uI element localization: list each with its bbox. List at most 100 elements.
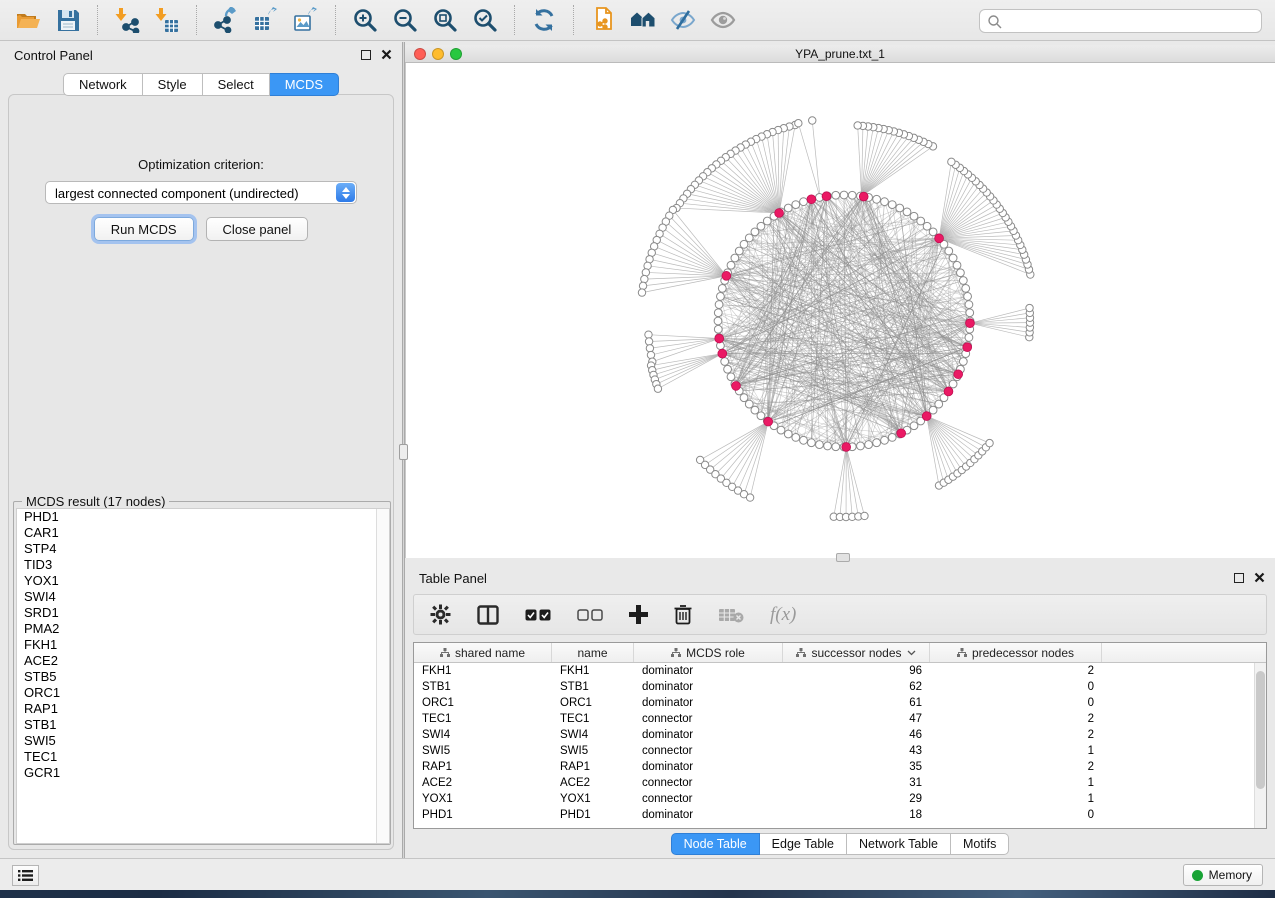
show-hidden-button[interactable]: [706, 4, 740, 36]
tab-mcds[interactable]: MCDS: [270, 73, 339, 96]
graph-node[interactable]: [917, 217, 925, 225]
graph-node[interactable]: [949, 380, 957, 388]
graph-node[interactable]: [724, 365, 732, 373]
graph-node[interactable]: [832, 443, 840, 451]
table-settings-button[interactable]: [430, 604, 451, 625]
graph-node[interactable]: [873, 195, 881, 203]
graph-node[interactable]: [881, 198, 889, 206]
close-table-panel-icon[interactable]: [1254, 572, 1265, 583]
graph-node[interactable]: [910, 422, 918, 430]
graph-node[interactable]: [959, 358, 967, 366]
close-panel-button[interactable]: Close panel: [206, 217, 309, 241]
graph-node[interactable]: [854, 122, 861, 129]
graph-node[interactable]: [745, 400, 753, 408]
graph-node[interactable]: [727, 261, 735, 269]
graph-node[interactable]: [848, 191, 856, 199]
mcds-result-item[interactable]: SRD1: [17, 605, 389, 621]
search-input[interactable]: [1006, 11, 1256, 31]
graph-node[interactable]: [763, 217, 771, 225]
graph-node[interactable]: [714, 325, 722, 333]
float-table-panel-icon[interactable]: [1234, 573, 1244, 583]
graph-node[interactable]: [792, 434, 800, 442]
graph-node[interactable]: [795, 120, 802, 127]
graph-node[interactable]: [865, 441, 873, 449]
mcds-dominator-node[interactable]: [718, 349, 727, 358]
network-window-titlebar[interactable]: YPA_prune.txt_1: [405, 45, 1275, 63]
graph-node[interactable]: [986, 439, 993, 446]
graph-node[interactable]: [714, 309, 722, 317]
table-row[interactable]: RAP1RAP1dominator352: [414, 759, 1266, 775]
mcds-result-item[interactable]: ACE2: [17, 653, 389, 669]
graph-node[interactable]: [784, 430, 792, 438]
float-panel-icon[interactable]: [361, 50, 371, 60]
show-all-networks-button[interactable]: [626, 4, 660, 36]
table-scrollbar-thumb[interactable]: [1256, 671, 1265, 789]
graph-node[interactable]: [807, 439, 815, 447]
table-row[interactable]: ORC1ORC1dominator610: [414, 695, 1266, 711]
mcds-result-item[interactable]: STB5: [17, 669, 389, 685]
table-scrollbar[interactable]: [1254, 663, 1266, 829]
graph-node[interactable]: [1026, 304, 1033, 311]
mcds-dominator-node[interactable]: [922, 412, 931, 421]
mcds-result-item[interactable]: PHD1: [17, 509, 389, 525]
table-row[interactable]: SWI4SWI4dominator462: [414, 727, 1266, 743]
graph-node[interactable]: [638, 289, 645, 296]
graph-node[interactable]: [903, 208, 911, 216]
mcds-dominator-node[interactable]: [807, 195, 816, 204]
tab-edge-table[interactable]: Edge Table: [760, 833, 847, 855]
graph-node[interactable]: [957, 269, 965, 277]
mcds-dominator-node[interactable]: [954, 370, 963, 379]
graph-node[interactable]: [824, 442, 832, 450]
graph-node[interactable]: [642, 269, 649, 276]
memory-button[interactable]: Memory: [1183, 864, 1263, 886]
graph-node[interactable]: [896, 204, 904, 212]
mcds-result-item[interactable]: PMA2: [17, 621, 389, 637]
mcds-dominator-node[interactable]: [822, 192, 831, 201]
graph-node[interactable]: [717, 293, 725, 301]
graph-node[interactable]: [949, 254, 957, 262]
select-all-rows-button[interactable]: [525, 609, 551, 621]
mcds-result-item[interactable]: RAP1: [17, 701, 389, 717]
vertical-splitter-handle[interactable]: [399, 444, 408, 460]
mcds-dominator-node[interactable]: [935, 234, 944, 243]
graph-node[interactable]: [645, 331, 652, 338]
graph-node[interactable]: [953, 261, 961, 269]
import-network-button[interactable]: [110, 4, 144, 36]
column-header-shared-name[interactable]: shared name: [414, 643, 552, 662]
graph-node[interactable]: [861, 512, 868, 519]
mcds-result-item[interactable]: TEC1: [17, 749, 389, 765]
graph-node[interactable]: [784, 204, 792, 212]
zoom-out-button[interactable]: [388, 4, 422, 36]
graph-node[interactable]: [964, 293, 972, 301]
delete-table-button[interactable]: [718, 607, 744, 623]
graph-node[interactable]: [800, 436, 808, 444]
graph-node[interactable]: [715, 301, 723, 309]
export-network-button[interactable]: [209, 4, 243, 36]
graph-node[interactable]: [646, 345, 653, 352]
graph-node[interactable]: [948, 158, 955, 165]
graph-node[interactable]: [718, 284, 726, 292]
tab-style[interactable]: Style: [143, 73, 203, 96]
table-row[interactable]: ACE2ACE2connector311: [414, 775, 1266, 791]
optimization-criterion-select[interactable]: largest connected component (undirected): [45, 181, 357, 204]
mcds-dominator-node[interactable]: [897, 429, 906, 438]
mcds-result-item[interactable]: FKH1: [17, 637, 389, 653]
graph-node[interactable]: [654, 385, 661, 392]
column-header-successor-nodes[interactable]: successor nodes: [783, 643, 930, 662]
mcds-result-item[interactable]: GCR1: [17, 765, 389, 781]
graph-node[interactable]: [721, 358, 729, 366]
mcds-result-item[interactable]: YOX1: [17, 573, 389, 589]
graph-node[interactable]: [888, 201, 896, 209]
mcds-dominator-node[interactable]: [722, 271, 731, 280]
mcds-dominator-node[interactable]: [732, 381, 741, 390]
network-canvas[interactable]: [405, 63, 1275, 558]
column-header-name[interactable]: name: [552, 643, 634, 662]
graph-node[interactable]: [888, 434, 896, 442]
graph-node[interactable]: [735, 247, 743, 255]
column-header-predecessor-nodes[interactable]: predecessor nodes: [930, 643, 1102, 662]
zoom-selected-button[interactable]: [468, 4, 502, 36]
mcds-result-item[interactable]: STP4: [17, 541, 389, 557]
zoom-fit-button[interactable]: [428, 4, 462, 36]
graph-node[interactable]: [714, 317, 722, 325]
graph-node[interactable]: [757, 222, 765, 230]
